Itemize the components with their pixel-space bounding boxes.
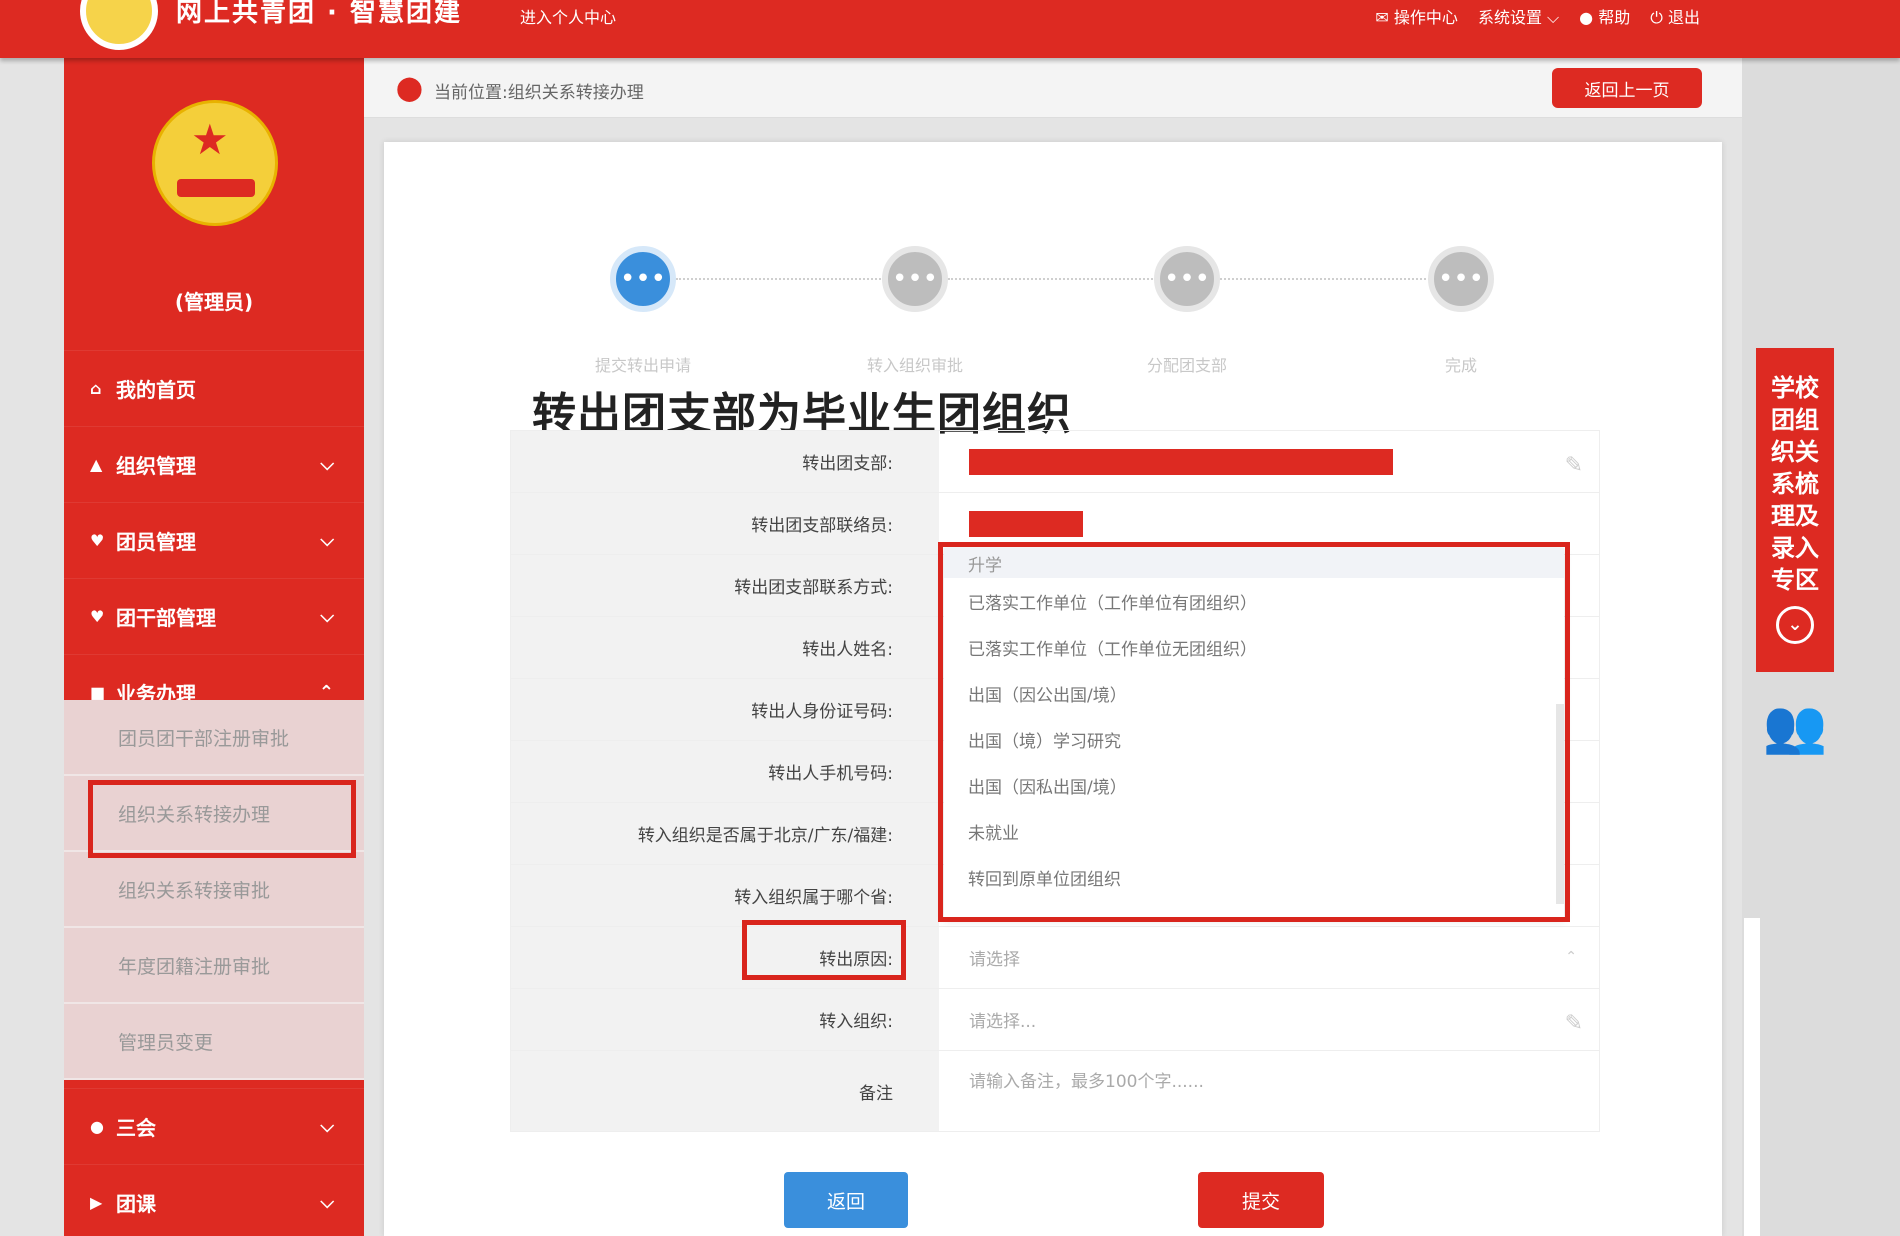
sidebar-item-meetings[interactable]: ● 三会 ⌵ [64,1088,364,1164]
step-4-label: 完成 [1444,356,1477,375]
sidebar-sub-item-admin-change[interactable]: 管理员变更 [64,1004,364,1080]
school-org-side-tab[interactable]: 学校团组织关系梳理及录入专区 ⌄ [1756,348,1834,672]
step-4-icon: ••• [1428,246,1494,312]
star-icon: ★ [191,115,229,164]
help-link[interactable]: ● 帮助 [1579,4,1630,28]
out-branch-field[interactable] [939,431,1599,492]
field-label: 转出团支部: [511,431,939,492]
field-label: 备注 [511,1051,939,1131]
cadre-icon: ♥ [90,607,105,626]
form-row-reason: * 转出原因: 请选择 ⌃ [511,927,1599,989]
field-label: 转出人身份证号码: [511,679,939,740]
course-icon: ▶ [90,1193,103,1212]
redacted-value [969,448,1393,475]
chevron-down-icon: ⌵ [320,1192,334,1213]
chevron-down-icon: ⌵ [320,530,334,551]
chevron-down-icon: ⌵ [320,606,334,627]
sidebar-sub-item-transfer-approval[interactable]: 组织关系转接审批 [64,852,364,928]
operation-center-link[interactable]: ✉ 操作中心 [1375,4,1458,28]
chevron-down-icon: ⌵ [320,454,334,475]
org-icon: ▲ [90,455,103,474]
chevron-up-icon: ⌃ [1565,949,1577,965]
edit-icon[interactable]: ✎ [1565,1011,1583,1036]
top-bar: 网上共青团 · 智慧团建 进入个人中心 ✉ 操作中心 系统设置 ⌵ ● 帮助 ⏻… [0,0,1900,58]
location-pin-icon: ⬤ [396,74,423,102]
sidebar-item-home[interactable]: ⌂ 我的首页 [64,350,364,426]
step-3-icon: ••• [1154,246,1220,312]
sidebar-item-members[interactable]: ♥ 团员管理 ⌵ [64,502,364,578]
field-label: 转入组织属于哪个省: [511,865,939,926]
back-to-previous-button[interactable]: 返回上一页 [1552,68,1702,108]
step-2-icon: ••• [882,246,948,312]
member-icon: ♥ [90,531,105,550]
side-tab-label: 学校团组织关系梳理及录入专区 [1771,374,1819,594]
highlight-box-reason-label [742,920,906,980]
top-menu: ✉ 操作中心 系统设置 ⌵ ● 帮助 ⏻ 退出 [1375,4,1700,28]
sidebar-sub-item-register-approval[interactable]: 团员团干部注册审批 [64,700,364,776]
user-name: (管理员) [174,290,254,314]
form-row-remarks: 备注 请输入备注，最多100个字...... [511,1051,1599,1131]
step-3-label: 分配团支部 [1146,356,1227,375]
step-1-icon: ••• [610,246,676,312]
submit-button[interactable]: 提交 [1198,1172,1324,1228]
highlight-box-sidebar [88,780,356,858]
form-row-target-org: * 转入组织: 请选择... ✎ [511,989,1599,1051]
personal-center-link[interactable]: 进入个人中心 [520,4,616,28]
sidebar-sub-item-annual-registration[interactable]: 年度团籍注册审批 [64,928,364,1004]
system-settings-menu[interactable]: 系统设置 ⌵ [1478,4,1559,28]
back-button[interactable]: 返回 [784,1172,908,1228]
field-label: 转入组织是否属于北京/广东/福建: [511,803,939,864]
logout-link[interactable]: ⏻ 退出 [1650,4,1700,28]
sidebar: ★ (管理员) ⌂ 我的首页 ▲ 组织管理 ⌵ ♥ 团员管理 ⌵ ♥ 团干部管理… [64,58,364,1236]
home-icon: ⌂ [90,379,102,398]
logo-icon [80,0,158,50]
field-label: 转出团支部联络员: [511,493,939,554]
field-label: 转出团支部联系方式: [511,555,939,616]
form-row-branch: * 转出团支部: ✎ [511,431,1599,493]
sidebar-item-org[interactable]: ▲ 组织管理 ⌵ [64,426,364,502]
field-label: 转出人手机号码: [511,741,939,802]
sidebar-item-courses[interactable]: ▶ 团课 ⌵ [64,1164,364,1236]
breadcrumb: 当前位置:组织关系转接办理 [434,83,644,103]
step-2-label: 转入组织审批 [866,356,963,375]
step-1-label: 提交转出申请 [594,356,691,375]
app-title: 网上共青团 · 智慧团建 [176,0,462,28]
users-icon[interactable]: 👥 [1756,682,1834,772]
highlight-box-dropdown [938,542,1570,922]
sidebar-item-cadres[interactable]: ♥ 团干部管理 ⌵ [64,578,364,654]
remarks-textarea[interactable]: 请输入备注，最多100个字...... [939,1051,1599,1131]
redacted-value [969,510,1083,537]
target-org-field[interactable]: 请选择... [939,989,1599,1050]
meeting-icon: ● [90,1117,104,1136]
edit-icon[interactable]: ✎ [1565,453,1583,478]
league-emblem-icon: ★ [152,100,278,226]
transfer-reason-select[interactable]: 请选择 [939,927,1599,988]
breadcrumb-bar: ⬤ 当前位置:组织关系转接办理 返回上一页 [364,58,1742,118]
chevron-down-circle-icon: ⌄ [1776,606,1814,644]
field-label: 转入组织: [511,989,939,1050]
chevron-down-icon: ⌵ [320,1116,334,1137]
field-label: 转出人姓名: [511,617,939,678]
